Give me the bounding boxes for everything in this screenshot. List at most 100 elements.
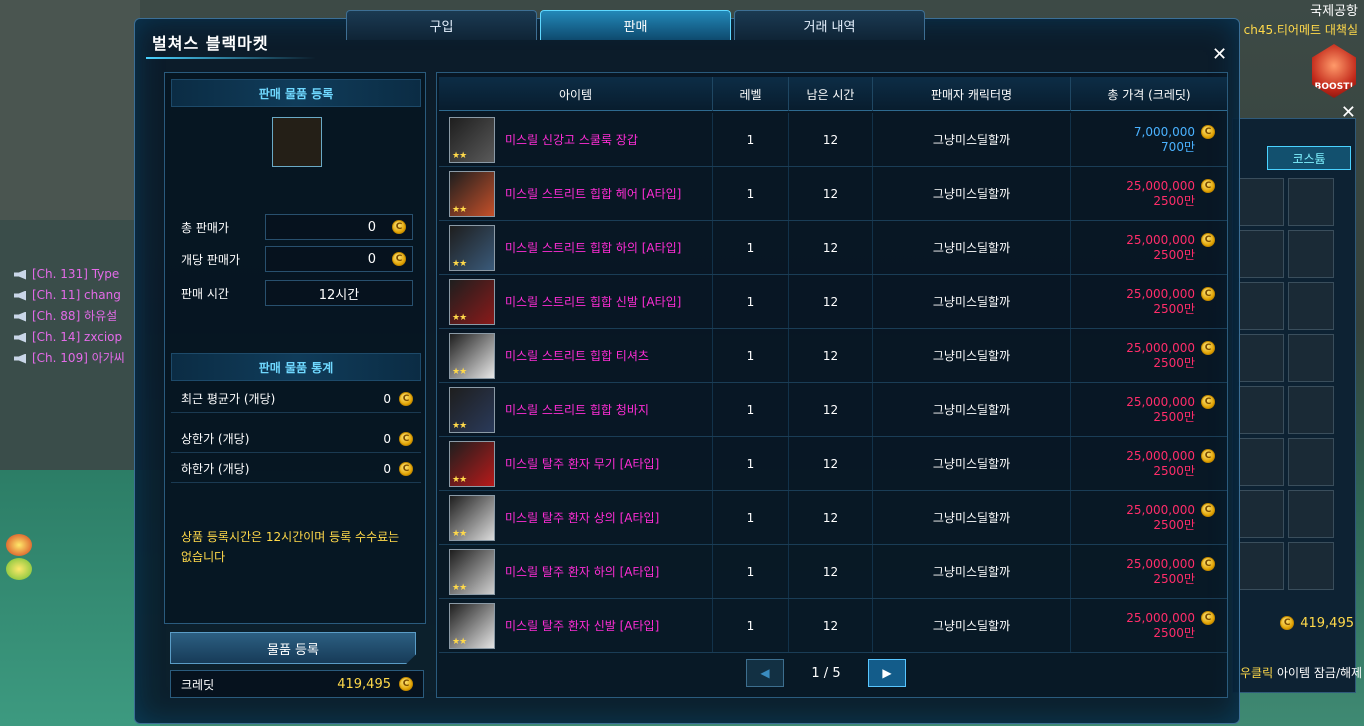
total-price-row: 총 판매가 0C bbox=[181, 213, 421, 241]
inventory-slot[interactable] bbox=[1238, 178, 1284, 226]
column-header-level[interactable]: 레벨 bbox=[713, 77, 789, 111]
next-page-button[interactable]: ▶ bbox=[868, 659, 906, 687]
table-row[interactable]: ★★ 미스릴 탈주 환자 하의 [A타입] 1 12 그냥미스딜할까 25,000,000… bbox=[439, 545, 1227, 599]
coin-icon: C bbox=[1201, 233, 1215, 247]
table-row[interactable]: ★★ 미스릴 스트리트 힙합 헤어 [A타입] 1 12 그냥미스딜할까 25,000,0… bbox=[439, 167, 1227, 221]
inventory-tab-costume[interactable]: 코스튬 bbox=[1267, 146, 1351, 170]
price-value: 25,000,000 bbox=[1126, 448, 1195, 463]
inventory-hint-key: 우클릭 bbox=[1240, 666, 1274, 680]
tab-history[interactable]: 거래 내역 bbox=[734, 10, 925, 40]
tab-sell[interactable]: 판매 bbox=[540, 10, 731, 40]
level-cell: 1 bbox=[713, 221, 789, 274]
inventory-slot[interactable] bbox=[1288, 230, 1334, 278]
column-header-price[interactable]: 총 가격 (크레딧) bbox=[1071, 77, 1227, 111]
inventory-hint-text: 아이템 잠금/해제 bbox=[1273, 666, 1363, 680]
unit-price-label: 개당 판매가 bbox=[181, 252, 241, 267]
previous-page-button[interactable]: ◀ bbox=[746, 659, 784, 687]
item-name: 미스릴 탈주 환자 하의 [A타입] bbox=[505, 565, 660, 579]
column-header-seller[interactable]: 판매자 캐릭터명 bbox=[873, 77, 1071, 111]
chat-line[interactable]: [Ch. 11] chang bbox=[14, 285, 125, 306]
inventory-slot[interactable] bbox=[1288, 438, 1334, 486]
column-header-time[interactable]: 남은 시간 bbox=[789, 77, 873, 111]
inventory-slot[interactable] bbox=[1288, 542, 1334, 590]
inventory-slot[interactable] bbox=[1288, 334, 1334, 382]
seller-cell: 그냥미스딜할까 bbox=[873, 545, 1071, 598]
coin-icon: C bbox=[1201, 395, 1215, 409]
item-cell: ★★ 미스릴 스트리트 힙합 청바지 bbox=[439, 383, 713, 436]
coin-icon: C bbox=[399, 677, 413, 691]
chat-line[interactable]: [Ch. 109] 아가씨 bbox=[14, 348, 125, 369]
tab-buy[interactable]: 구입 bbox=[346, 10, 537, 40]
table-row[interactable]: ★★ 미스릴 스트리트 힙합 청바지 1 12 그냥미스딜할까 25,000,000 C 25… bbox=[439, 383, 1227, 437]
register-item-button[interactable]: 물품 등록 bbox=[170, 632, 416, 664]
item-cell: ★★ 미스릴 탈주 환자 신발 [A타입] bbox=[439, 599, 713, 652]
price-cell: 7,000,000 C 700만 bbox=[1071, 113, 1227, 166]
price-cell: 25,000,000 C 2500만 bbox=[1071, 437, 1227, 490]
item-thumbnail: ★★ bbox=[449, 386, 495, 433]
star-icon: ★★ bbox=[452, 150, 467, 161]
table-row[interactable]: ★★ 미스릴 탈주 환자 상의 [A타입] 1 12 그냥미스딜할까 25,000,000… bbox=[439, 491, 1227, 545]
table-row[interactable]: ★★ 미스릴 신강고 스쿨룩 장갑 1 12 그냥미스딜할까 7,000,000 C 700만 bbox=[439, 113, 1227, 167]
close-icon[interactable]: ✕ bbox=[1212, 44, 1227, 65]
location-indicator: 국제공항 ch45.티어메트 대책실 bbox=[1244, 2, 1358, 40]
unit-price-input[interactable]: 0C bbox=[265, 246, 413, 272]
level-cell: 1 bbox=[713, 599, 789, 652]
inventory-slot[interactable] bbox=[1238, 438, 1284, 486]
table-row[interactable]: ★★ 미스릴 탈주 환자 신발 [A타입] 1 12 그냥미스딜할까 25,000,000… bbox=[439, 599, 1227, 653]
item-cell: ★★ 미스릴 스트리트 힙합 하의 [A타입] bbox=[439, 221, 713, 274]
chat-text: [Ch. 11] chang bbox=[32, 288, 121, 302]
boost-icon[interactable]: BOOST! bbox=[1312, 44, 1356, 98]
star-icon: ★★ bbox=[452, 420, 467, 431]
inventory-slot[interactable] bbox=[1238, 334, 1284, 382]
inventory-slot[interactable] bbox=[1288, 178, 1334, 226]
item-name: 미스릴 스트리트 힙합 하의 [A타입] bbox=[505, 241, 682, 255]
table-row[interactable]: ★★ 미스릴 스트리트 힙합 하의 [A타입] 1 12 그냥미스딜할까 25,000,0… bbox=[439, 221, 1227, 275]
level-cell: 1 bbox=[713, 545, 789, 598]
inventory-slot[interactable] bbox=[1238, 386, 1284, 434]
inventory-slot[interactable] bbox=[1288, 282, 1334, 330]
location-title: 국제공항 bbox=[1310, 4, 1358, 19]
price-value: 25,000,000 bbox=[1126, 232, 1195, 247]
inventory-slot[interactable] bbox=[1238, 282, 1284, 330]
chat-line[interactable]: [Ch. 88] 하유설 bbox=[14, 306, 125, 327]
quest-indicator-icon[interactable] bbox=[6, 534, 36, 582]
price-short: 700만 bbox=[1161, 139, 1195, 154]
price-value: 25,000,000 bbox=[1126, 610, 1195, 625]
unit-price-row: 개당 판매가 0C bbox=[181, 245, 421, 273]
time-cell: 12 bbox=[789, 221, 873, 274]
speaker-icon bbox=[14, 332, 26, 343]
price-cell: 25,000,000 C 2500만 bbox=[1071, 167, 1227, 220]
price-short: 2500만 bbox=[1153, 247, 1195, 262]
total-price-input[interactable]: 0C bbox=[265, 214, 413, 240]
chat-line[interactable]: [Ch. 131] Type bbox=[14, 264, 125, 285]
price-short: 2500만 bbox=[1153, 625, 1195, 640]
inventory-slot[interactable] bbox=[1238, 542, 1284, 590]
price-cell: 25,000,000 C 2500만 bbox=[1071, 383, 1227, 436]
seller-cell: 그냥미스딜할까 bbox=[873, 275, 1071, 328]
item-drop-slot[interactable] bbox=[272, 117, 322, 167]
seller-cell: 그냥미스딜할까 bbox=[873, 599, 1071, 652]
inventory-money-amount: 419,495 bbox=[1300, 615, 1354, 631]
table-row[interactable]: ★★ 미스릴 탈주 환자 무기 [A타입] 1 12 그냥미스딜할까 25,000,000… bbox=[439, 437, 1227, 491]
coin-icon: C bbox=[1201, 125, 1215, 139]
table-row[interactable]: ★★ 미스릴 스트리트 힙합 티셔츠 1 12 그냥미스딜할까 25,000,000 C 25… bbox=[439, 329, 1227, 383]
inventory-slot[interactable] bbox=[1238, 230, 1284, 278]
coin-icon: C bbox=[1201, 557, 1215, 571]
coin-icon: C bbox=[399, 391, 413, 406]
item-thumbnail: ★★ bbox=[449, 224, 495, 271]
star-icon: ★★ bbox=[452, 258, 467, 269]
listings-panel: 아이템 레벨 남은 시간 판매자 캐릭터명 총 가격 (크레딧) ★★ 미스릴 신… bbox=[436, 72, 1228, 698]
item-thumbnail: ★★ bbox=[449, 494, 495, 541]
recent-avg-label: 최근 평균가 (개당) bbox=[181, 392, 276, 406]
inventory-slot[interactable] bbox=[1238, 490, 1284, 538]
table-row[interactable]: ★★ 미스릴 스트리트 힙합 신발 [A타입] 1 12 그냥미스딜할까 25,000,0… bbox=[439, 275, 1227, 329]
sale-time-select[interactable]: 12시간 bbox=[265, 280, 413, 306]
chat-line[interactable]: [Ch. 14] zxciop bbox=[14, 327, 125, 348]
chevron-right-icon: ▶ bbox=[882, 666, 892, 680]
column-header-item[interactable]: 아이템 bbox=[439, 77, 713, 111]
channel-name: ch45.티어메트 대책실 bbox=[1243, 23, 1358, 37]
inventory-slot[interactable] bbox=[1288, 490, 1334, 538]
item-name: 미스릴 탈주 환자 상의 [A타입] bbox=[505, 511, 660, 525]
inventory-slot[interactable] bbox=[1288, 386, 1334, 434]
time-cell: 12 bbox=[789, 167, 873, 220]
